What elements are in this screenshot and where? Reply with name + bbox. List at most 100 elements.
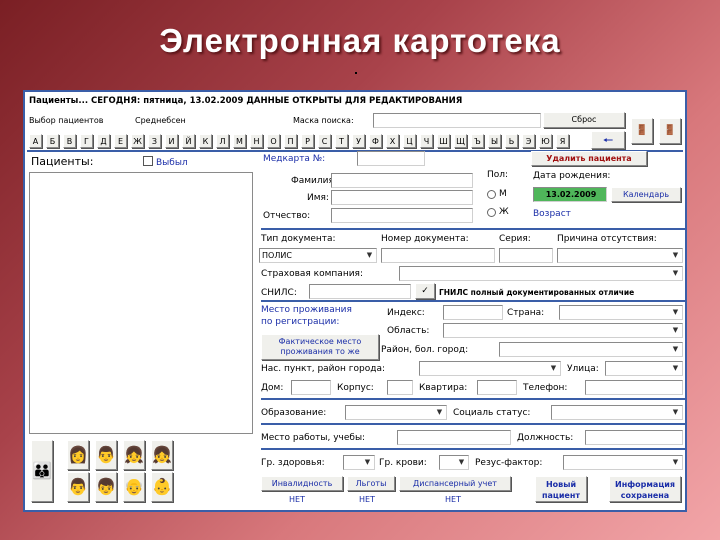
letter-button[interactable]: Ж (131, 134, 144, 148)
letter-button[interactable]: У (352, 134, 365, 148)
girl-button[interactable]: 👧 (123, 440, 145, 470)
medcard-input[interactable] (357, 151, 425, 166)
region-select[interactable]: ▼ (443, 323, 683, 338)
health-select[interactable]: ▼ (343, 455, 375, 470)
name-input[interactable] (331, 190, 473, 205)
letter-button[interactable]: Ш (437, 134, 450, 148)
age-label: Возраст (533, 209, 571, 219)
letter-button[interactable]: Х (386, 134, 399, 148)
calendar-button[interactable]: Календарь (611, 187, 681, 202)
search-input[interactable] (373, 113, 541, 128)
doc-number-input[interactable] (381, 248, 495, 263)
doc-type-value: ПОЛИС (262, 251, 292, 260)
letter-button[interactable]: В (63, 134, 76, 148)
info-line1: Информация (615, 480, 675, 489)
letter-button[interactable]: Н (250, 134, 263, 148)
sex-f-radio[interactable] (487, 208, 496, 217)
dropped-checkbox[interactable]: Выбыл (143, 156, 188, 168)
letter-button[interactable]: Ц (403, 134, 416, 148)
back-button[interactable]: 🠔 (591, 131, 625, 149)
city-select[interactable]: ▼ (419, 361, 561, 376)
surname-input[interactable] (331, 173, 473, 188)
check-icon: ✓ (421, 286, 429, 296)
delete-patient-button[interactable]: Удалить пациента (531, 151, 647, 166)
reset-button[interactable]: Сброс (543, 112, 625, 128)
letter-button[interactable]: Р (301, 134, 314, 148)
benefits-button[interactable]: Льготы (347, 476, 395, 491)
family-button[interactable]: 👪 (31, 440, 53, 502)
doc-type-select[interactable]: ПОЛИС ▼ (259, 248, 377, 263)
house-input[interactable] (291, 380, 331, 395)
letter-button[interactable]: К (199, 134, 212, 148)
doc-series-input[interactable] (499, 248, 553, 263)
letter-button[interactable]: Ъ (471, 134, 484, 148)
elder-button[interactable]: 👴 (123, 472, 145, 502)
chevron-down-icon: ▼ (672, 269, 679, 277)
street-select[interactable]: ▼ (605, 361, 683, 376)
letter-button[interactable]: О (267, 134, 280, 148)
dispensary-button[interactable]: Диспансерный учет (399, 476, 511, 491)
flat-label: Квартира: (419, 383, 468, 393)
letter-button[interactable]: М (233, 134, 246, 148)
patients-list[interactable] (29, 172, 253, 434)
patronymic-input[interactable] (331, 208, 473, 223)
letter-button[interactable]: Ф (369, 134, 382, 148)
index-input[interactable] (443, 305, 503, 320)
child-button[interactable]: 👶 (151, 472, 173, 502)
street-label: Улица: (567, 364, 599, 374)
info-saved-button[interactable]: Информация сохранена (609, 476, 681, 502)
social-select[interactable]: ▼ (551, 405, 683, 420)
insurer-label: Страховая компания: (261, 269, 363, 279)
man-black-button[interactable]: 👨 (67, 472, 89, 502)
snils-check-button[interactable]: ✓ (415, 283, 435, 299)
letter-button[interactable]: Ь (505, 134, 518, 148)
building-label: Корпус: (337, 383, 374, 393)
building-input[interactable] (387, 380, 413, 395)
rhesus-label: Резус-фактор: (475, 458, 543, 468)
blood-select[interactable]: ▼ (439, 455, 469, 470)
letter-button[interactable]: С (318, 134, 331, 148)
letter-button[interactable]: Д (97, 134, 110, 148)
letter-button[interactable]: Ы (488, 134, 501, 148)
rhesus-select[interactable]: ▼ (563, 455, 683, 470)
letter-button[interactable]: Б (46, 134, 59, 148)
phone-input[interactable] (585, 380, 683, 395)
letter-button[interactable]: З (148, 134, 161, 148)
letter-button[interactable]: Ю (539, 134, 552, 148)
actual-address-button[interactable]: Фактическое место проживания то же (261, 334, 379, 360)
insurer-select[interactable]: ▼ (399, 266, 683, 281)
letter-button[interactable]: Я (556, 134, 569, 148)
country-select[interactable]: ▼ (559, 305, 683, 320)
flat-input[interactable] (477, 380, 517, 395)
disability-button[interactable]: Инвалидность (261, 476, 343, 491)
position-input[interactable] (585, 430, 683, 445)
letter-button[interactable]: И (165, 134, 178, 148)
letter-button[interactable]: Й (182, 134, 195, 148)
snils-input[interactable] (309, 284, 411, 299)
man-blue-button[interactable]: 👦 (95, 472, 117, 502)
work-input[interactable] (397, 430, 511, 445)
select-patients-value[interactable]: Среднебсен (135, 116, 186, 125)
girl2-button[interactable]: 👧 (151, 440, 173, 470)
letter-button[interactable]: А (29, 134, 42, 148)
man-button[interactable]: 👨 (95, 440, 117, 470)
letter-button[interactable]: Э (522, 134, 535, 148)
sex-m-radio[interactable] (487, 190, 496, 199)
birth-date-input[interactable]: 13.02.2009 (533, 187, 607, 202)
letter-button[interactable]: Л (216, 134, 229, 148)
letter-button[interactable]: Г (80, 134, 93, 148)
letter-button[interactable]: Т (335, 134, 348, 148)
absence-select[interactable]: ▼ (557, 248, 683, 263)
exit-button[interactable]: 🚪 (631, 118, 653, 144)
district-select[interactable]: ▼ (499, 342, 683, 357)
city-label: Нас. пункт, район города: (261, 364, 386, 374)
new-patient-button[interactable]: Новый пациент (535, 476, 587, 502)
letter-button[interactable]: Щ (454, 134, 467, 148)
enter-button[interactable]: 🚪 (659, 118, 681, 144)
woman-button[interactable]: 👩 (67, 440, 89, 470)
select-patients-label: Выбор пациентов (29, 116, 104, 125)
letter-button[interactable]: Е (114, 134, 127, 148)
education-select[interactable]: ▼ (345, 405, 447, 420)
letter-button[interactable]: П (284, 134, 297, 148)
letter-button[interactable]: Ч (420, 134, 433, 148)
